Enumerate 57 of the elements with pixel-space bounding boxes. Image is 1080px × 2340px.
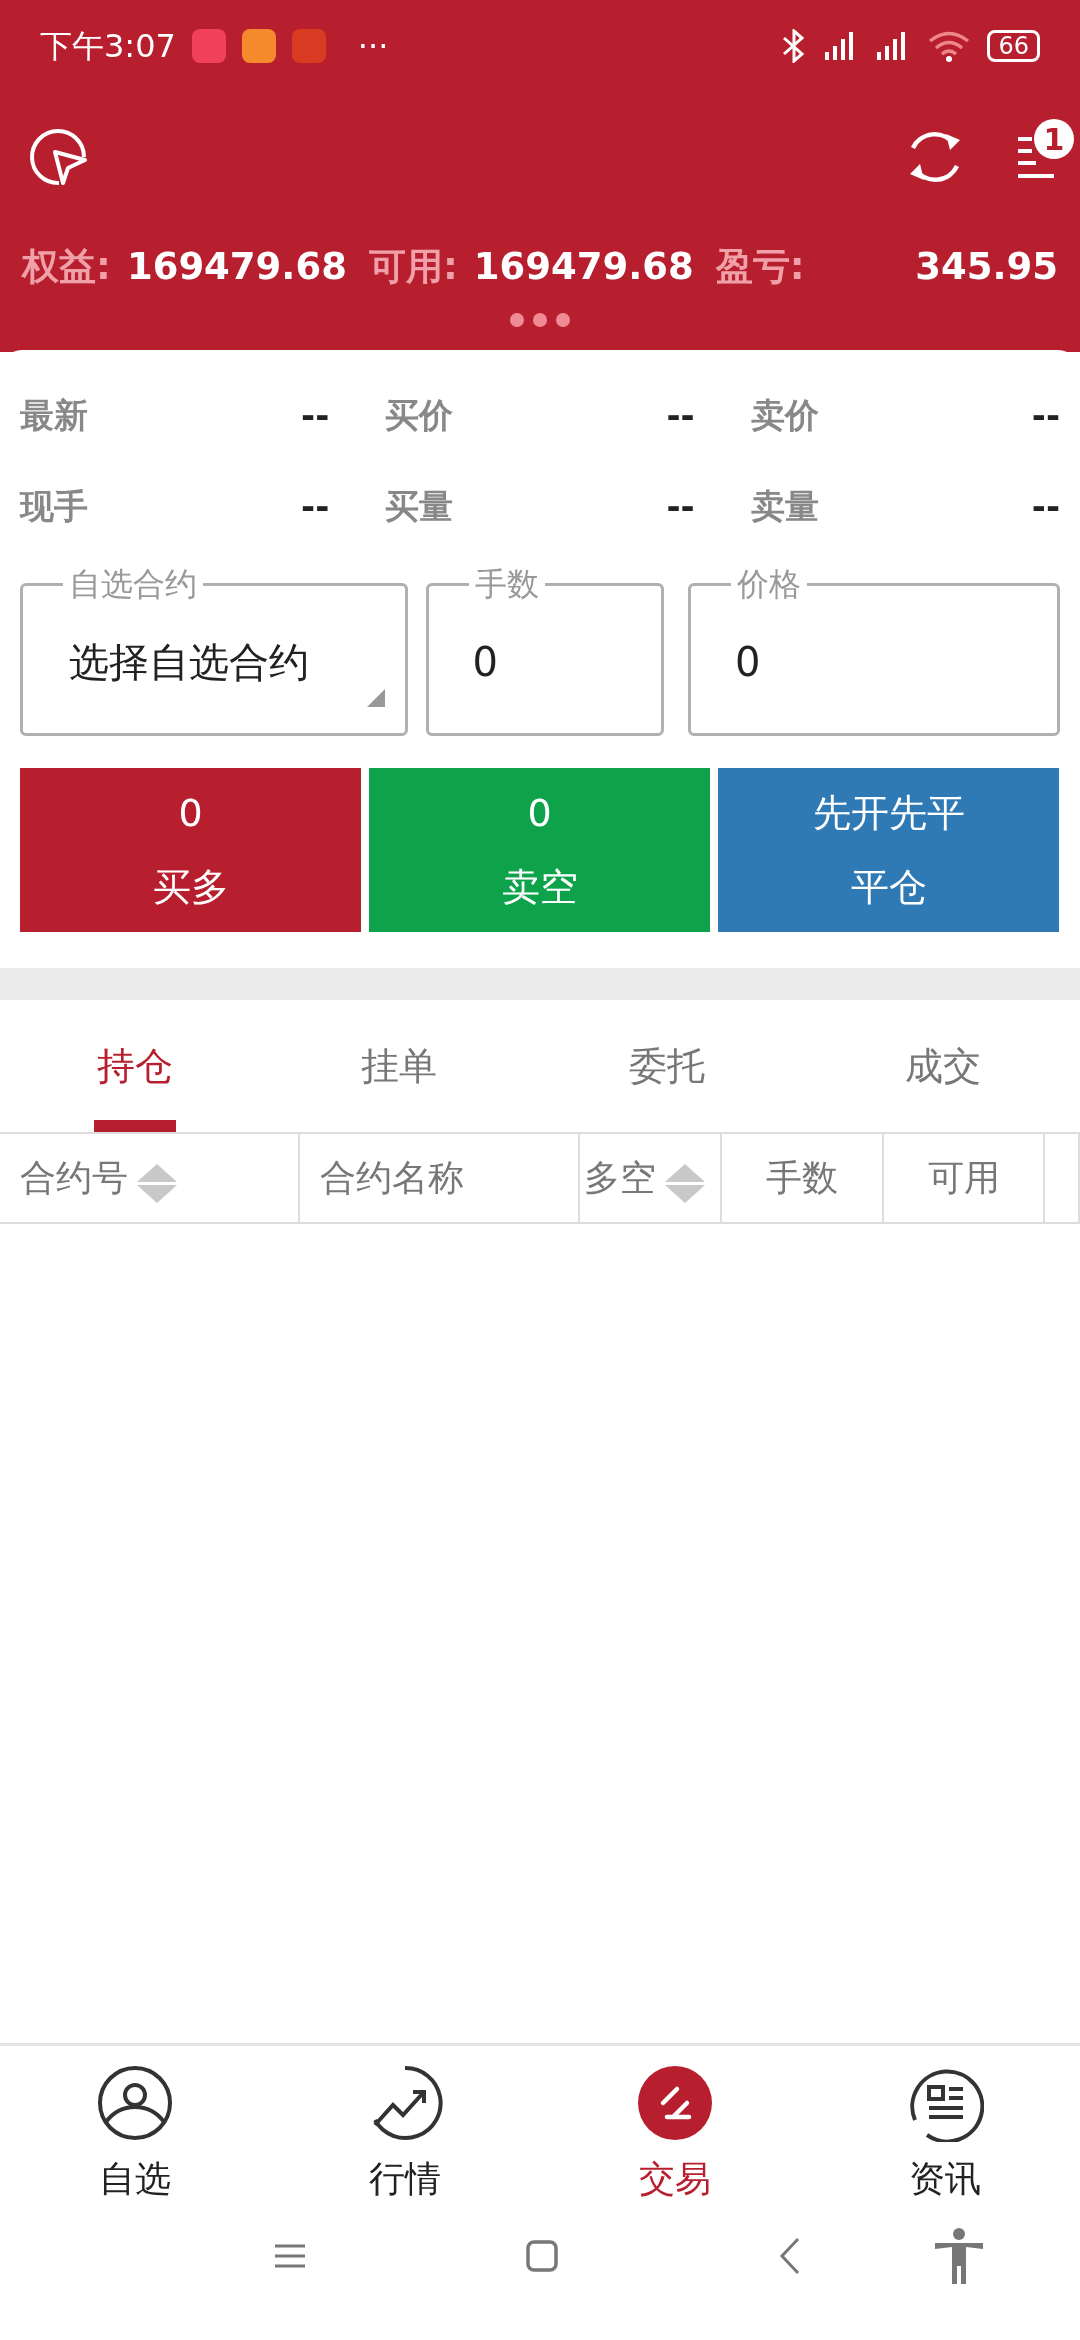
- page-indicator-icon: [509, 312, 571, 328]
- quote-value: --: [301, 485, 330, 528]
- column-header: 手数: [766, 1156, 838, 1200]
- account-value: 169479.68: [473, 244, 694, 291]
- tab[interactable]: 持仓: [0, 1000, 270, 1132]
- nav-tab[interactable]: 自选: [0, 2046, 270, 2206]
- account-value: 345.95: [915, 244, 1058, 291]
- cursor-icon[interactable]: [28, 126, 90, 188]
- account-value: 169479.68: [126, 244, 347, 291]
- nav-tab[interactable]: 行情: [270, 2046, 540, 2206]
- quote-label: 买量: [385, 485, 454, 528]
- quote-label: 最新: [20, 394, 88, 437]
- person-icon: [96, 2064, 174, 2142]
- price-input[interactable]: 价格 0: [687, 568, 1060, 736]
- column-header: 可用: [927, 1156, 1000, 1200]
- contract-select[interactable]: 自选合约 选择自选合约: [20, 568, 408, 736]
- dropdown-icon: [366, 689, 385, 707]
- tab[interactable]: 成交: [806, 1000, 1080, 1132]
- field-label: 自选合约: [68, 568, 198, 600]
- buy-long-button[interactable]: 0 买多: [20, 768, 361, 932]
- quote-value: --: [1031, 394, 1060, 437]
- field-label: 手数: [473, 568, 540, 600]
- tab[interactable]: 委托: [528, 1000, 806, 1132]
- account-label: 盈亏:: [715, 244, 805, 291]
- lots-input[interactable]: 手数 0: [425, 568, 664, 736]
- menu-icon[interactable]: [273, 2243, 307, 2269]
- close-position-button[interactable]: 先开先平 平仓: [718, 768, 1059, 932]
- quote-label: 现手: [20, 485, 88, 528]
- trade-icon: [636, 2064, 714, 2142]
- app-notification-icon: [241, 29, 276, 63]
- quote-value: --: [666, 485, 695, 528]
- nav-tab[interactable]: 资讯: [810, 2046, 1080, 2206]
- tab[interactable]: 挂单: [270, 1000, 528, 1132]
- column-header[interactable]: 合约号: [20, 1151, 178, 1205]
- quote-label: 卖量: [750, 485, 819, 528]
- quote-value: --: [301, 394, 330, 437]
- quote-label: 买价: [385, 394, 454, 437]
- accessibility-icon[interactable]: [933, 2228, 985, 2284]
- column-header: 合约名称: [320, 1156, 464, 1200]
- column-header[interactable]: 多空: [584, 1151, 706, 1205]
- home-button-icon[interactable]: [525, 2239, 559, 2273]
- quote-value: --: [666, 394, 695, 437]
- app-notification-icon: [291, 29, 326, 63]
- app-notification-icon: [191, 29, 226, 63]
- battery-indicator: 66: [987, 30, 1040, 62]
- quote-value: --: [1031, 485, 1060, 528]
- quote-label: 卖价: [750, 394, 819, 437]
- account-label: 可用:: [368, 244, 458, 291]
- status-time: 下午3:07: [40, 26, 176, 67]
- wifi-icon: [927, 30, 972, 62]
- more-notifications-text: ···: [357, 26, 389, 67]
- account-label: 权益:: [22, 244, 111, 291]
- field-label: 价格: [735, 568, 802, 600]
- back-icon[interactable]: [779, 2237, 801, 2275]
- nav-tab[interactable]: 交易: [540, 2046, 810, 2206]
- sell-short-button[interactable]: 0 卖空: [369, 768, 710, 932]
- notification-badge: 1: [1034, 119, 1074, 159]
